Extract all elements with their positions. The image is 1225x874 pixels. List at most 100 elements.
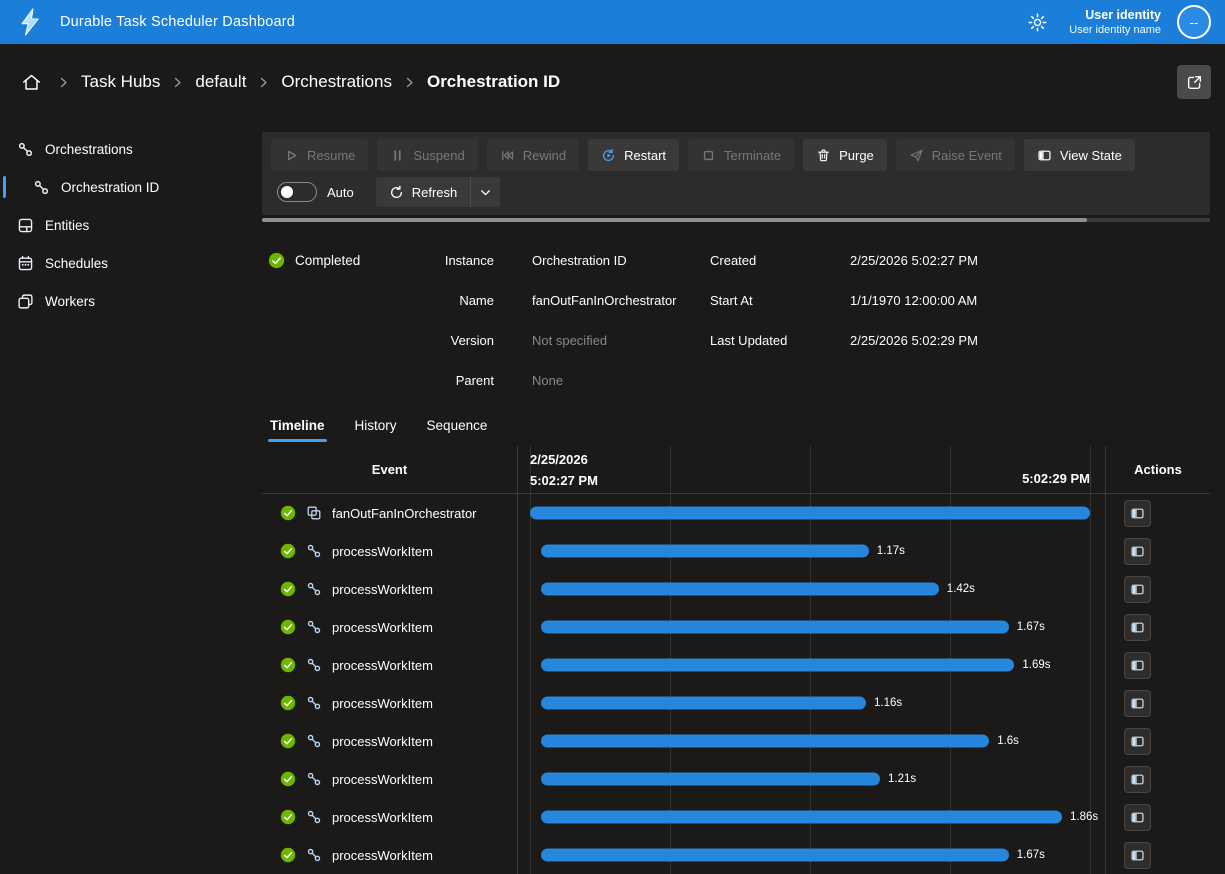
app-title: Durable Task Scheduler Dashboard [60,14,295,30]
avatar[interactable]: -- [1177,5,1211,39]
completed-check-icon [280,809,296,825]
view-state-button[interactable]: View State [1024,139,1135,171]
view-state-icon [1130,734,1145,749]
breadcrumb: Task Hubs default Orchestrations Orchestrat… [0,44,1225,120]
button-label: Resume [307,148,355,163]
purge-button[interactable]: Purge [803,139,887,171]
duration-label: 1.86s [1070,811,1098,823]
view-state-icon [1130,582,1145,597]
refresh-button[interactable]: Refresh [376,177,471,207]
event-name: processWorkItem [332,582,433,597]
detail-value: Not specified [494,333,710,348]
detail-label: Created [710,253,850,268]
flow-icon [17,141,34,158]
view-state-row-button[interactable] [1124,842,1151,869]
chevron-right-icon [57,76,70,89]
entities-icon [17,217,34,234]
completed-check-icon [280,847,296,863]
horizontal-scrollbar[interactable] [262,218,1210,222]
detail-label: Name [408,293,494,308]
timeline-bar[interactable] [530,507,1090,520]
suspend-button[interactable]: Suspend [377,139,477,171]
flow-icon [306,809,322,825]
open-in-new-button[interactable] [1177,65,1211,99]
sidebar-item-entities[interactable]: Entities [0,206,245,244]
main-content: Resume Suspend Rewind Restart Terminate Purge… [245,120,1225,868]
view-state-row-button[interactable] [1124,804,1151,831]
sidebar-item-orchestration-id[interactable]: Orchestration ID [0,168,245,206]
timeline-bar[interactable] [541,811,1062,824]
axis-start-date: 2/25/2026 [530,450,598,471]
timeline-bar[interactable] [541,735,989,748]
flow-icon [306,543,322,559]
rewind-button[interactable]: Rewind [487,139,579,171]
breadcrumb-item-orchestrations[interactable]: Orchestrations [281,72,392,92]
button-label: Suspend [413,148,464,163]
view-state-row-button[interactable] [1124,728,1151,755]
timeline-row: processWorkItem1.42s [262,570,1210,608]
detail-value: 2/25/2026 5:02:27 PM [850,253,1210,268]
tab-label: Sequence [427,418,488,433]
terminate-button[interactable]: Terminate [688,139,794,171]
tab-label: Timeline [270,418,325,433]
chevron-right-icon [171,76,184,89]
detail-row: InstanceOrchestration IDCreated2/25/2026… [408,240,1210,280]
home-button[interactable] [16,67,46,97]
duration-label: 1.67s [1017,621,1045,633]
tab-history[interactable]: History [353,412,399,442]
axis-start-label: 2/25/2026 5:02:27 PM [530,450,598,492]
toggle-knob [281,186,293,198]
view-state-row-button[interactable] [1124,652,1151,679]
raise-event-button[interactable]: Raise Event [896,139,1015,171]
view-state-row-button[interactable] [1124,576,1151,603]
timeline-row: processWorkItem1.69s [262,646,1210,684]
view-state-row-button[interactable] [1124,500,1151,527]
refresh-options-button[interactable] [470,177,500,207]
view-state-row-button[interactable] [1124,614,1151,641]
sidebar-item-orchestrations[interactable]: Orchestrations [0,130,245,168]
detail-row: NamefanOutFanInOrchestratorStart At1/1/1… [408,280,1210,320]
breadcrumb-item-default[interactable]: default [195,72,246,92]
view-state-row-button[interactable] [1124,766,1151,793]
status-badge: Completed [268,240,408,280]
sidebar-item-label: Orchestrations [45,142,133,157]
timeline-bar[interactable] [541,773,880,786]
sidebar-item-schedules[interactable]: Schedules [0,244,245,282]
timeline-bar[interactable] [541,545,869,558]
scrollbar-thumb[interactable] [262,218,1087,222]
timeline-table: Event 2/25/2026 5:02:27 PM 5:02:29 PM Ac… [262,446,1210,874]
view-state-row-button[interactable] [1124,690,1151,717]
stop-icon [701,148,716,163]
timeline-bar[interactable] [541,659,1014,672]
timeline-bar[interactable] [541,621,1009,634]
detail-label: Last Updated [710,333,850,348]
settings-button[interactable] [1021,6,1053,38]
timeline-row: processWorkItem1.67s [262,836,1210,874]
selection-indicator [3,290,6,312]
view-state-row-button[interactable] [1124,538,1151,565]
breadcrumb-item-orchestration-id[interactable]: Orchestration ID [427,72,560,92]
restart-button[interactable]: Restart [588,139,679,171]
completed-check-icon [280,619,296,635]
tab-timeline[interactable]: Timeline [268,412,327,442]
share-icon [1186,74,1203,91]
timeline-bar[interactable] [541,583,939,596]
tab-sequence[interactable]: Sequence [425,412,490,442]
sidebar-item-workers[interactable]: Workers [0,282,245,320]
auto-refresh-toggle[interactable] [277,182,317,202]
top-bar: Durable Task Scheduler Dashboard User id… [0,0,1225,44]
timeline-bar[interactable] [541,697,866,710]
detail-label: Instance [408,253,494,268]
button-label: Terminate [724,148,781,163]
resume-button[interactable]: Resume [271,139,368,171]
event-name: processWorkItem [332,620,433,635]
flow-icon [306,847,322,863]
toolbar: Resume Suspend Rewind Restart Terminate Purge… [262,132,1210,215]
raise-event-icon [909,148,924,163]
event-name: processWorkItem [332,696,433,711]
timeline-bar[interactable] [541,849,1009,862]
sidebar-item-label: Orchestration ID [61,180,159,195]
detail-label: Start At [710,293,850,308]
timeline-row: processWorkItem1.86s [262,798,1210,836]
breadcrumb-item-task-hubs[interactable]: Task Hubs [81,72,160,92]
